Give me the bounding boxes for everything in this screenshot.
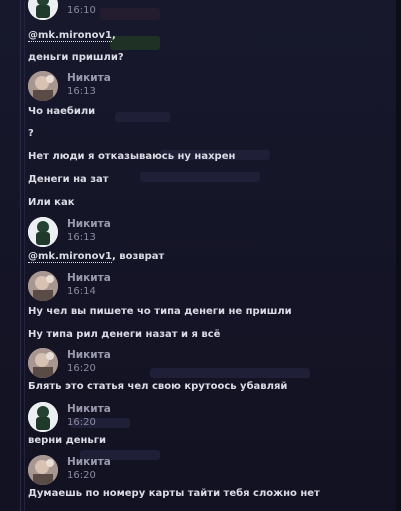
ghost-bar (140, 172, 260, 182)
user-mention[interactable]: @mk.mironov1 (28, 30, 112, 42)
message-author[interactable]: Никита (67, 403, 111, 415)
ghost-bar (110, 36, 160, 50)
message-time: 16:13 (67, 86, 96, 97)
avatar[interactable] (28, 455, 58, 485)
message-author[interactable]: Никита (67, 272, 111, 284)
message-author[interactable]: Никита (67, 72, 111, 84)
message-text: Или как (28, 197, 75, 208)
message-author[interactable]: Никита (67, 456, 111, 468)
message-text: @mk.mironov1, (28, 30, 116, 42)
message-text: Ну чел вы пишете чо типа денеги не пришл… (28, 306, 292, 317)
message-header: Никита 16:20 (28, 348, 328, 378)
scrollbar-track[interactable] (396, 0, 401, 511)
message-time: 16:20 (67, 417, 96, 428)
message-text: Блять это статья чел свою крутоось убавл… (28, 381, 288, 392)
message-author[interactable]: Никита (67, 218, 111, 230)
ghost-bar (115, 112, 170, 122)
message-text: @mk.mironov1, возврат (28, 251, 165, 263)
avatar[interactable] (28, 71, 58, 101)
chat-window: 16:10 @mk.mironov1, деньги пришли? Никит… (0, 0, 401, 511)
message-author[interactable]: Никита (67, 349, 111, 361)
message-text: верни деньги (28, 435, 106, 446)
avatar[interactable] (28, 217, 58, 247)
message-time: 16:10 (67, 5, 96, 16)
message-text: ? (28, 128, 34, 139)
avatar[interactable] (28, 402, 58, 432)
avatar[interactable] (28, 348, 58, 378)
user-mention[interactable]: @mk.mironov1 (28, 251, 112, 263)
message-text: Нет люди я отказываюсь ну нахрен (28, 151, 236, 162)
message-text: деньги пришли? (28, 52, 124, 63)
message-text: Ну типа рил денеги назат и я всё (28, 329, 221, 340)
avatar[interactable] (28, 271, 58, 301)
message-header: Никита 16:20 (28, 455, 328, 485)
message-time: 16:20 (67, 470, 96, 481)
message-header: 16:10 (28, 0, 328, 20)
sidebar-edge (20, 0, 21, 511)
message-header: Никита 16:13 (28, 217, 328, 247)
message-header: Никита 16:14 (28, 271, 328, 301)
message-text: Думаешь по номеру карты тайти тебя сложн… (28, 488, 320, 499)
message-header: Никита 16:13 (28, 71, 328, 101)
avatar[interactable] (28, 0, 58, 20)
message-time: 16:13 (67, 232, 96, 243)
message-header: Никита 16:20 (28, 402, 328, 432)
message-time: 16:14 (67, 286, 96, 297)
sidebar-edge (24, 0, 25, 511)
message-time: 16:20 (67, 363, 96, 374)
message-text: Чо наебили (28, 106, 96, 117)
message-text: Денеги на зат (28, 174, 109, 185)
